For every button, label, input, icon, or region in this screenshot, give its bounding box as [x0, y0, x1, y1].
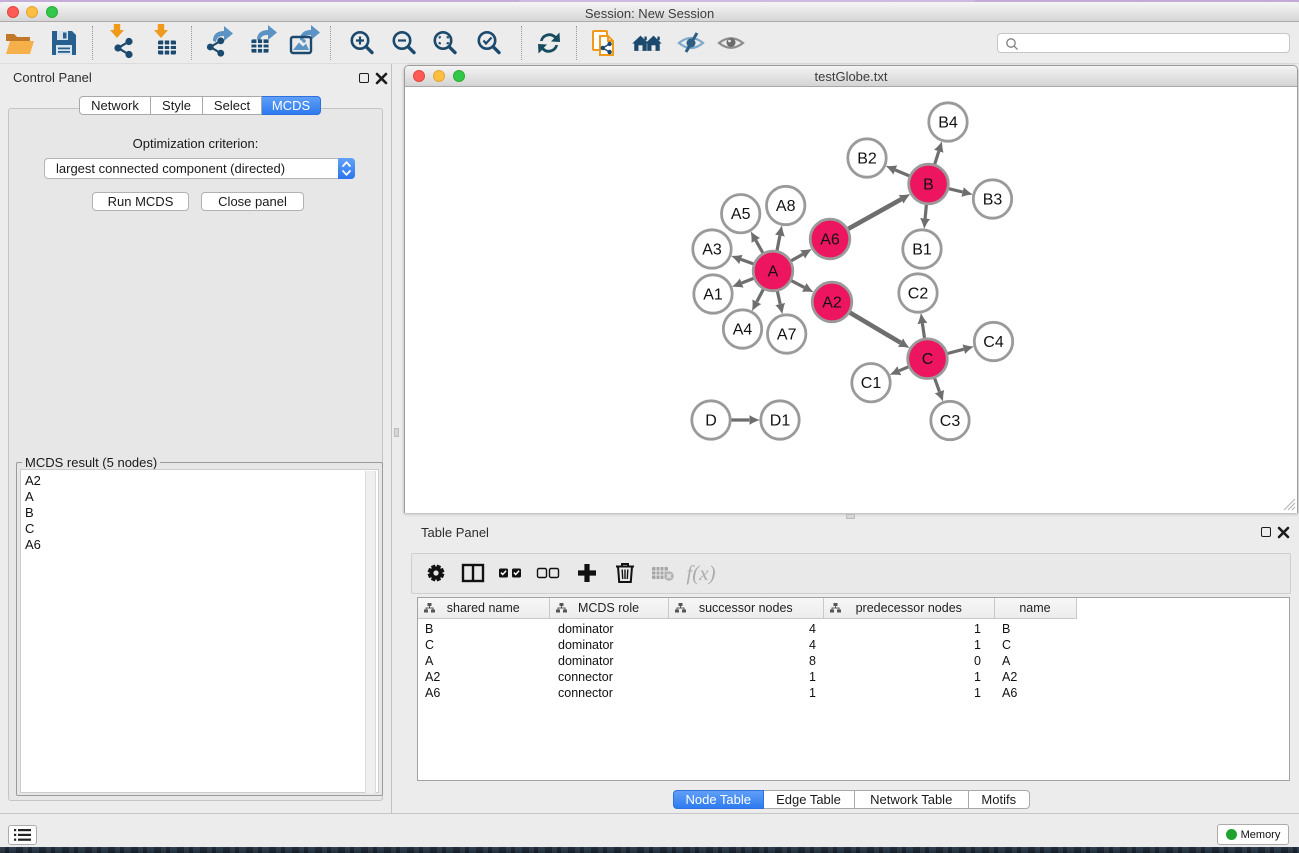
svg-text:A3: A3: [702, 242, 722, 259]
svg-text:A: A: [768, 264, 779, 281]
svg-text:B2: B2: [857, 151, 877, 168]
svg-text:A6: A6: [820, 232, 840, 249]
svg-text:C3: C3: [940, 413, 961, 430]
svg-text:A1: A1: [703, 287, 723, 304]
svg-text:A8: A8: [776, 198, 796, 215]
svg-text:D1: D1: [770, 413, 791, 430]
svg-text:D: D: [705, 413, 717, 430]
svg-text:C: C: [922, 351, 934, 368]
svg-text:B3: B3: [983, 192, 1003, 209]
svg-text:C1: C1: [861, 375, 882, 392]
svg-text:A4: A4: [733, 322, 753, 339]
svg-text:f(x): f(x): [686, 561, 715, 585]
svg-text:B1: B1: [912, 242, 932, 259]
svg-text:B4: B4: [938, 115, 958, 132]
svg-text:A5: A5: [731, 206, 751, 223]
svg-text:A2: A2: [822, 295, 842, 312]
svg-text:A7: A7: [777, 327, 797, 344]
svg-text:C2: C2: [908, 286, 929, 303]
svg-text:C4: C4: [983, 334, 1004, 351]
svg-text:B: B: [923, 177, 934, 194]
